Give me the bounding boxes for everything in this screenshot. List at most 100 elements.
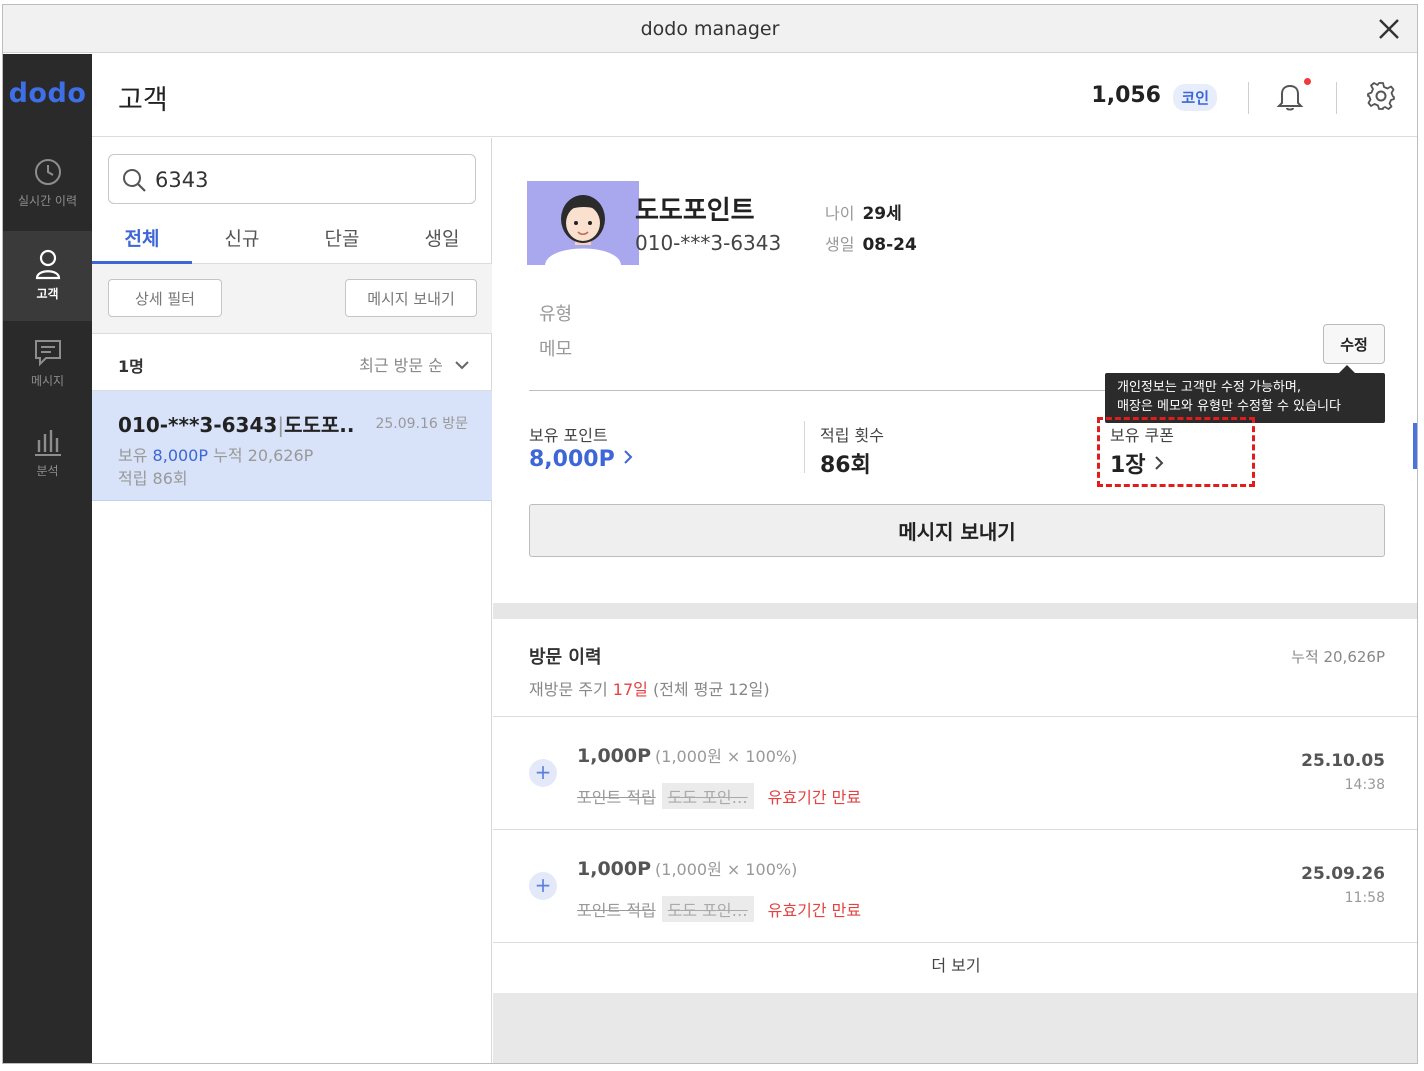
list-item-phone: 010-***3-6343: [118, 413, 278, 437]
revisit-cycle: 재방문 주기 17일 (전체 평균 12일): [529, 676, 770, 700]
points-amount: 8,000P: [529, 447, 615, 472]
revisit-cycle-prefix: 재방문 주기: [529, 680, 613, 699]
sidebar-item-customers[interactable]: 고객: [3, 231, 92, 321]
hold-label: 보유: [118, 446, 148, 465]
list-item-points: 보유 8,000P 누적 20,626P: [118, 442, 313, 466]
birthday-value: 08-24: [862, 235, 917, 255]
sort-dropdown[interactable]: 최근 방문 순: [359, 352, 470, 376]
load-more-button[interactable]: 더 보기: [493, 943, 1417, 993]
hold-points: 8,000P: [152, 446, 208, 465]
title-bar: dodo manager: [3, 5, 1417, 53]
notification-dot: [1304, 78, 1311, 85]
search-box[interactable]: [108, 154, 476, 204]
visit-amount-calc: (1,000원 × 100%): [655, 747, 798, 766]
divider: [1248, 82, 1249, 114]
sidebar-item-analytics[interactable]: 분석: [3, 410, 92, 500]
divider: [1336, 82, 1337, 114]
age-label: 나이: [825, 204, 855, 223]
scrollbar-thumb[interactable]: [1413, 423, 1417, 469]
customer-list-panel: 전체 신규 단골 생일 상세 필터 메시지 보내기 1명 최근 방문 순 010…: [92, 138, 492, 1063]
divider: [804, 421, 805, 473]
age-value: 29세: [862, 204, 902, 224]
visit-amount: 1,000P (1,000원 × 100%): [577, 856, 797, 880]
user-icon: [35, 249, 60, 280]
visit-history-total: 누적 20,626P: [1291, 648, 1385, 666]
visit-entry: + 1,000P (1,000원 × 100%) 포인트 적립 도도 포인… 유효기간…: [493, 717, 1417, 829]
visit-date: 25.10.05: [1301, 751, 1385, 771]
customer-detail-panel: 도도포인트 010-***3-6343 나이 29세 생일 08-24 유형 메모 …: [493, 138, 1417, 1063]
window-title: dodo manager: [640, 18, 780, 40]
edit-button[interactable]: 수정: [1323, 324, 1385, 364]
list-item-date: 25.09.16 방문: [375, 416, 468, 432]
birthday-label: 생일: [825, 235, 855, 254]
coupon-highlight-box: [1097, 417, 1255, 487]
list-item-name: 도도포..: [284, 413, 355, 437]
visits-value: 86회: [820, 453, 871, 478]
send-message-button[interactable]: 메시지 보내기: [529, 504, 1385, 557]
app-window: dodo manager dodo 실시간 이력 고객 메시지 분석 고객 1,…: [2, 4, 1418, 1064]
sidebar-item-label: 실시간 이력: [17, 194, 77, 208]
revisit-cycle-days: 17일: [612, 680, 648, 699]
type-label: 유형: [539, 304, 573, 325]
tab-new[interactable]: 신규: [192, 224, 292, 264]
total-label: 누적: [213, 446, 243, 465]
panel-footer: [493, 993, 1417, 1063]
visits-label: 적립 횟수: [820, 426, 884, 445]
coin-badge-label: 코인: [1173, 84, 1217, 111]
section-divider: [493, 603, 1417, 619]
sidebar-item-realtime-history[interactable]: 실시간 이력: [3, 142, 92, 232]
chevron-right-icon: [624, 450, 633, 464]
visit-amount-value: 1,000P: [577, 745, 652, 767]
sort-label: 최근 방문 순: [359, 356, 443, 375]
close-icon[interactable]: [1375, 15, 1403, 43]
visit-tag: 도도 포인…: [661, 783, 754, 809]
list-item[interactable]: 010-***3-6343|도도포.. 25.09.16 방문 보유 8,000…: [92, 391, 492, 501]
message-icon: [34, 340, 61, 367]
sidebar-item-label: 고객: [36, 287, 59, 301]
tooltip-line-2: 매장은 메모와 유형만 수정할 수 있습니다: [1117, 399, 1341, 414]
visit-type: 포인트 적립: [577, 901, 656, 920]
revisit-cycle-suffix: (전체 평균 12일): [647, 680, 770, 699]
detail-filter-button[interactable]: 상세 필터: [108, 279, 222, 317]
sidebar-item-messages[interactable]: 메시지: [3, 322, 92, 412]
visit-time: 11:58: [1344, 890, 1385, 906]
visit-entry: + 1,000P (1,000원 × 100%) 포인트 적립 도도 포인… 유효기간…: [493, 830, 1417, 942]
chevron-down-icon: [455, 361, 469, 370]
list-count-row: 1명 최근 방문 순: [92, 335, 492, 391]
points-value[interactable]: 8,000P: [529, 447, 634, 472]
memo-label: 메모: [539, 339, 573, 360]
result-count: 1명: [118, 357, 144, 376]
tab-all[interactable]: 전체: [92, 224, 192, 264]
customer-age: 나이 29세: [825, 199, 902, 224]
tooltip-line-1: 개인정보는 고객만 수정 가능하며,: [1117, 380, 1301, 395]
search-input[interactable]: [155, 165, 455, 195]
visit-history-title: 방문 이력: [529, 647, 602, 668]
list-actions: 상세 필터 메시지 보내기: [92, 264, 492, 334]
customer-name: 도도포인트: [635, 196, 755, 226]
top-bar: 고객 1,056 코인: [92, 54, 1417, 137]
total-points: 20,626P: [247, 446, 314, 465]
tab-regular[interactable]: 단골: [292, 224, 392, 264]
clock-icon: [34, 159, 61, 185]
plus-icon[interactable]: +: [529, 872, 557, 900]
points-label: 보유 포인트: [529, 426, 608, 445]
plus-icon[interactable]: +: [529, 759, 557, 787]
visit-amount-value: 1,000P: [577, 858, 652, 880]
sidebar-item-label: 메시지: [30, 374, 65, 388]
bar-chart-icon: [34, 430, 61, 456]
gear-icon[interactable]: [1365, 80, 1397, 112]
sidebar-item-label: 분석: [36, 464, 59, 478]
visit-amount-calc: (1,000원 × 100%): [655, 860, 798, 879]
visit-type: 포인트 적립: [577, 788, 656, 807]
bell-icon[interactable]: [1273, 79, 1307, 113]
customer-avatar: [527, 181, 639, 265]
send-message-list-button[interactable]: 메시지 보내기: [345, 279, 477, 317]
list-item-title: 010-***3-6343|도도포..: [118, 409, 354, 438]
visit-status: 유효기간 만료: [767, 788, 862, 807]
tab-birthday[interactable]: 생일: [392, 224, 492, 264]
visit-description: 포인트 적립 도도 포인… 유효기간 만료: [577, 783, 861, 809]
sidebar: dodo 실시간 이력 고객 메시지 분석: [3, 54, 92, 1063]
app-logo: dodo: [8, 78, 87, 109]
page-title: 고객: [118, 85, 168, 116]
coin-badge[interactable]: 코인: [1173, 84, 1217, 111]
